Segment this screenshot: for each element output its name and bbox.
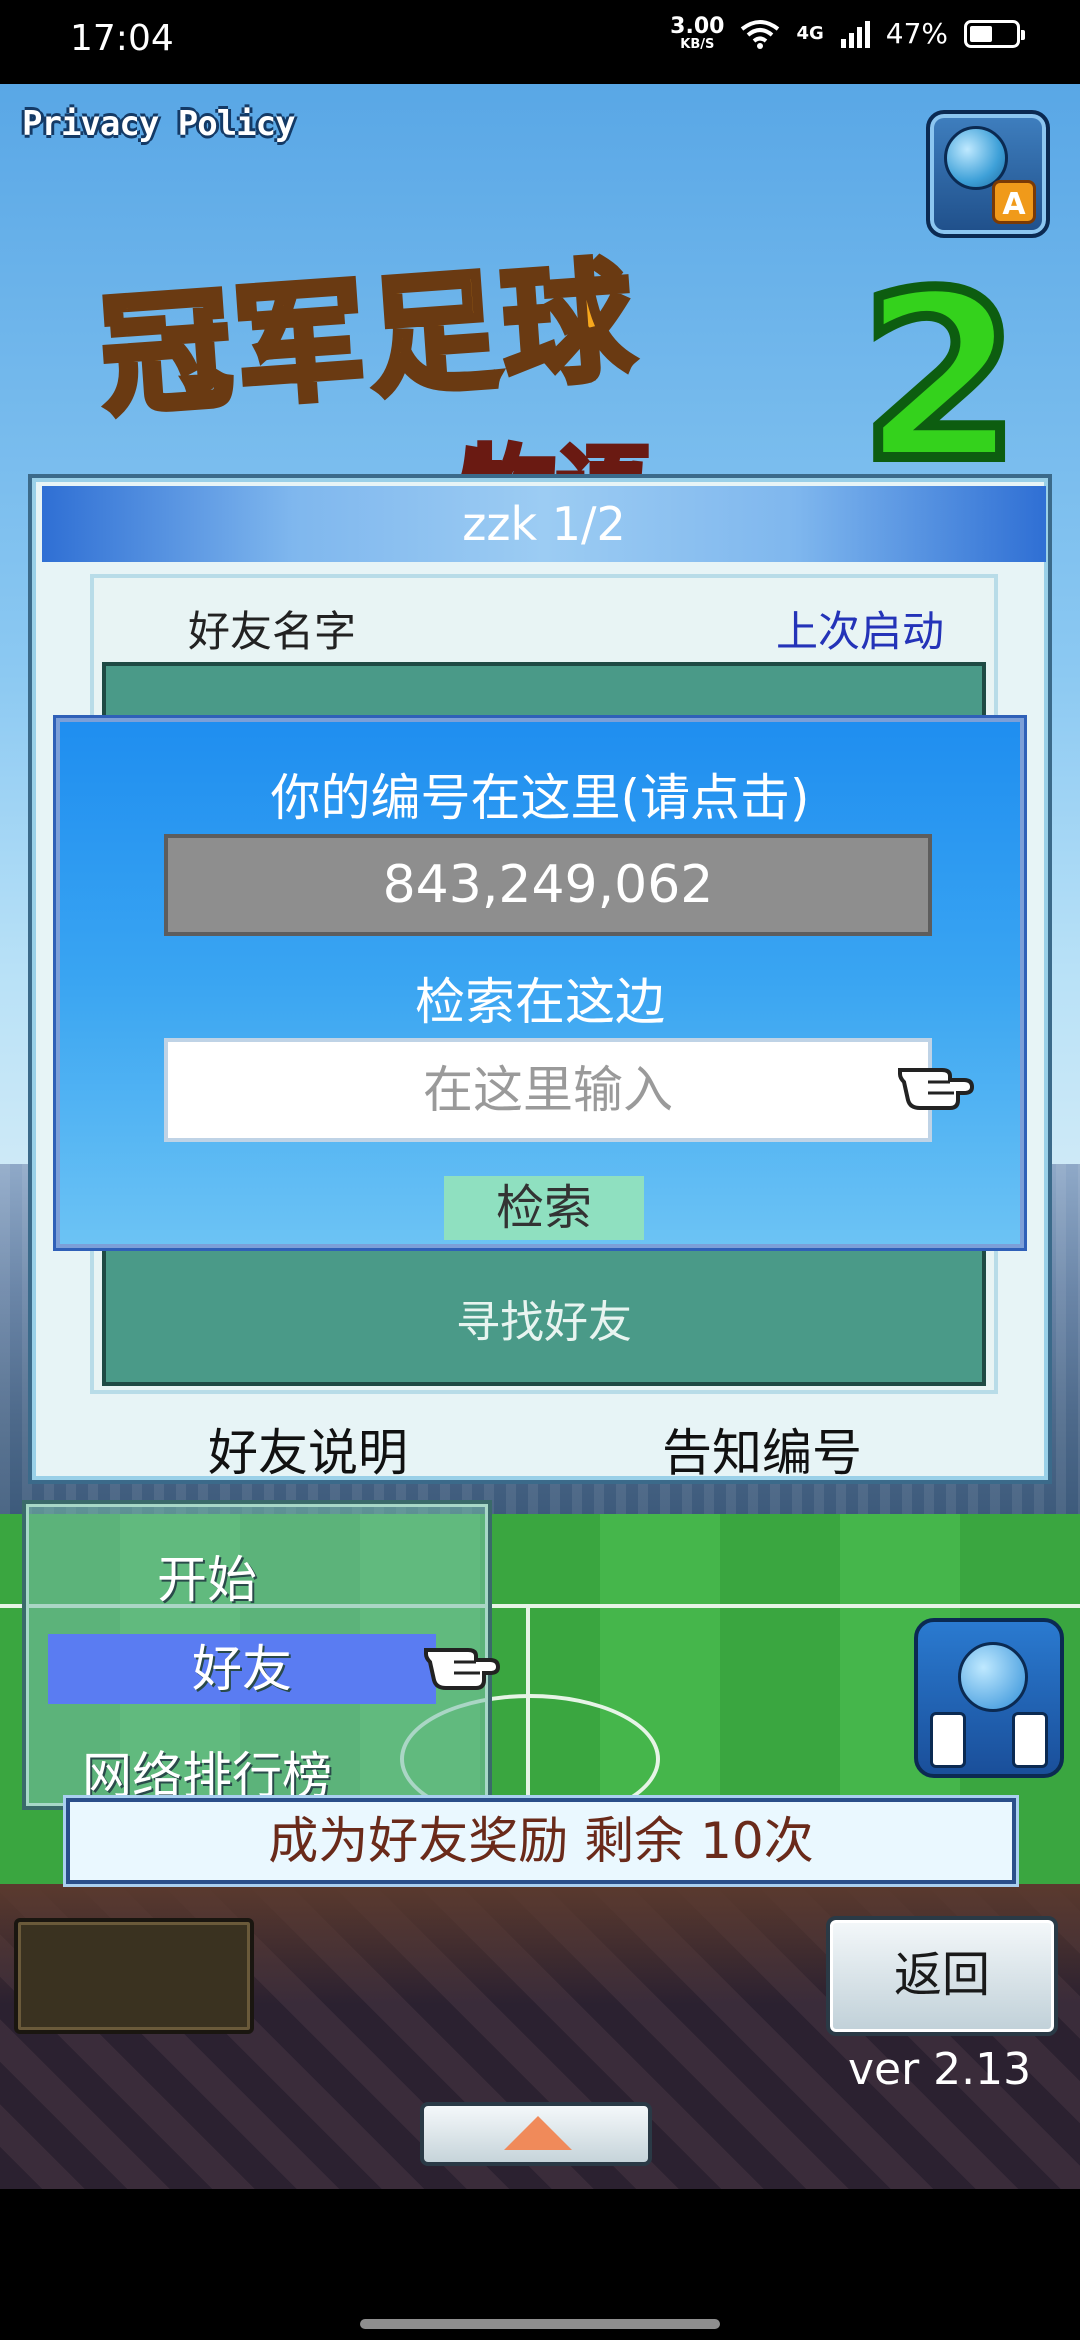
net-speed: 3.00 KB/S [670, 14, 725, 52]
net-speed-value: 3.00 [670, 14, 725, 39]
status-icons: 3.00 KB/S 4G 47% [670, 14, 1025, 52]
search-button[interactable]: 检索 [444, 1176, 644, 1240]
signal-icon [840, 20, 870, 48]
back-button[interactable]: 返回 [826, 1916, 1058, 2036]
online-connect-button[interactable] [914, 1618, 1064, 1778]
battery-icon [964, 19, 1025, 48]
friend-id-dialog: 你的编号在这里(请点击) 843,249,062 检索在这边 在这里输入 检索 [56, 718, 1024, 1248]
version-label: ver 2.13 [848, 2044, 1032, 2095]
game-logo-number: 2 [855, 245, 1025, 512]
letter-a-icon: A [992, 180, 1036, 224]
column-last-launch: 上次启动 [775, 607, 944, 656]
info-box [14, 1918, 254, 2034]
your-id-value[interactable]: 843,249,062 [164, 834, 932, 936]
main-menu: 开始 好友 网络排行榜 [22, 1500, 492, 1810]
battery-percent: 47% [885, 17, 948, 50]
column-friend-name: 好友名字 [188, 607, 357, 656]
game-screen: 冠军足球 物语 2 Privacy Policy A zzk 1/2 好友名字 … [0, 84, 1080, 2189]
friend-reward-banner: 成为好友奖励 剩余 10次 [66, 1798, 1016, 1884]
globe-connect-icon [958, 1642, 1028, 1712]
net-speed-unit: KB/S [680, 37, 715, 52]
wifi-icon [741, 19, 780, 49]
status-time: 17:04 [70, 18, 174, 59]
pointing-hand-icon [898, 1068, 974, 1110]
game-logo-title: 冠军足球 [93, 241, 644, 436]
home-indicator[interactable] [360, 2319, 720, 2329]
status-bar: 17:04 3.00 KB/S 4G 47% [0, 0, 1080, 84]
expand-up-button[interactable] [420, 2102, 652, 2166]
network-type: 4G [796, 23, 824, 44]
your-id-label: 你的编号在这里(请点击) [270, 769, 810, 827]
privacy-policy-link[interactable]: Privacy Policy [22, 104, 296, 144]
menu-item-friends[interactable]: 好友 [48, 1634, 436, 1704]
phone-icon [930, 1712, 966, 1768]
search-input[interactable]: 在这里输入 [164, 1038, 932, 1142]
friend-explain-button[interactable]: 好友说明 [208, 1413, 408, 1485]
menu-pointer-icon [424, 1648, 500, 1690]
up-arrow-icon [504, 2116, 572, 2150]
language-button[interactable]: A [926, 110, 1050, 238]
find-friend-button[interactable]: 寻找好友 [106, 1286, 982, 1350]
phone-icon [1012, 1712, 1048, 1768]
notify-id-button[interactable]: 告知编号 [662, 1413, 862, 1485]
menu-item-start[interactable]: 开始 [0, 1540, 438, 1612]
panel-title: zzk 1/2 [42, 486, 1046, 562]
navigation-area [0, 2189, 1080, 2340]
search-label: 检索在这边 [415, 973, 665, 1031]
